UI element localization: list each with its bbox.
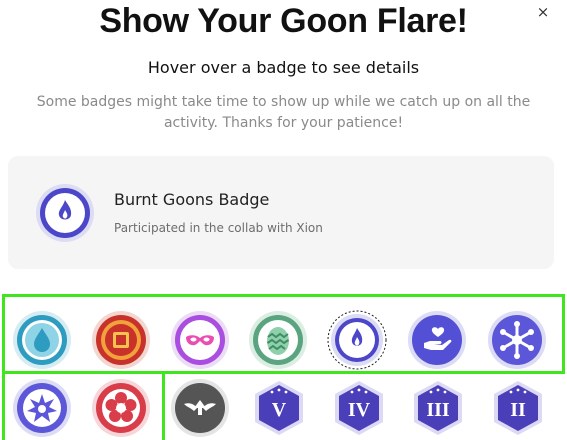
badge-detail-card: Burnt Goons Badge Participated in the co… <box>8 156 554 269</box>
winged-arrow-badge-icon[interactable] <box>170 378 230 438</box>
badge-detail-description: Participated in the collab with Xion <box>114 221 323 235</box>
snowflake-badge-icon[interactable] <box>487 310 547 370</box>
rank-badge-icon[interactable]: III <box>408 378 468 438</box>
svg-text:II: II <box>510 399 526 421</box>
svg-text:IV: IV <box>348 399 371 421</box>
flame-badge-icon[interactable] <box>327 310 387 370</box>
svg-text:III: III <box>426 399 450 421</box>
rank-badge-icon[interactable]: IV <box>329 378 389 438</box>
flame-badge-icon <box>35 183 95 243</box>
badge-detail-name: Burnt Goons Badge <box>114 190 270 209</box>
svg-text:V: V <box>272 399 287 421</box>
rank-badge-icon[interactable]: II <box>488 378 548 438</box>
egg-badge-icon[interactable] <box>248 310 308 370</box>
water-drop-badge-icon[interactable] <box>12 310 72 370</box>
red-flower-badge-icon[interactable] <box>91 378 151 438</box>
modal-title: Show Your Goon Flare! <box>99 2 468 40</box>
red-square-badge-icon[interactable] <box>91 310 151 370</box>
burst-star-badge-icon[interactable] <box>12 378 72 438</box>
hand-heart-badge-icon[interactable] <box>407 310 467 370</box>
loading-note: Some badges might take time to show up w… <box>36 94 531 131</box>
modal-subtitle: Hover over a badge to see details <box>147 58 420 77</box>
mask-badge-icon[interactable] <box>170 310 230 370</box>
close-icon[interactable]: × <box>533 2 553 22</box>
rank-badge-icon[interactable]: V <box>249 378 309 438</box>
